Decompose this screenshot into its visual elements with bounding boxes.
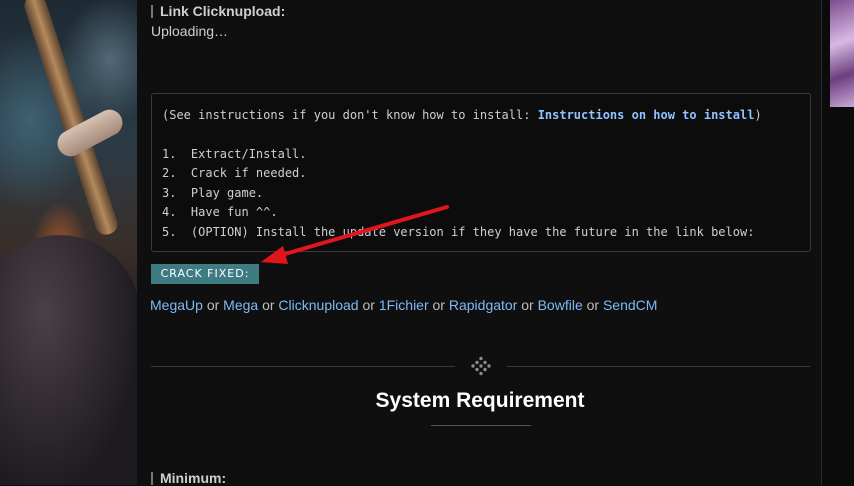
- step-3: 3. Play game.: [162, 186, 264, 200]
- system-requirement-title: System Requirement: [375, 389, 585, 412]
- title-underline: [431, 425, 531, 426]
- link-bowfile[interactable]: Bowfile: [538, 297, 583, 313]
- step-5: 5. (OPTION) Install the update version i…: [162, 225, 755, 239]
- link-clicknupload[interactable]: Clicknupload: [278, 297, 358, 313]
- link-rapidgator[interactable]: Rapidgator: [449, 297, 518, 313]
- divider-right: [507, 366, 810, 367]
- artwork-wolf: [0, 235, 137, 485]
- separator: or: [586, 297, 600, 313]
- upload-status: Uploading…: [151, 23, 229, 39]
- divider-left: [151, 366, 455, 367]
- minimum-heading: Minimum:: [151, 470, 226, 486]
- link-sendcm[interactable]: SendCM: [603, 297, 657, 313]
- instructions-suffix: ): [754, 108, 762, 122]
- game-artwork: [0, 0, 137, 485]
- link-heading: Link Clicknupload:: [151, 3, 285, 19]
- crack-download-links: MegaUp or Mega or Clicknupload or 1Fichi…: [150, 297, 657, 313]
- sidebar-divider: [821, 0, 822, 485]
- separator: or: [362, 297, 375, 313]
- separator: or: [521, 297, 534, 313]
- step-1: 1. Extract/Install.: [162, 147, 307, 161]
- diamond-dots-icon: [471, 356, 491, 376]
- link-megaup[interactable]: MegaUp: [150, 297, 203, 313]
- instructions-prefix: (See instructions if you don't know how …: [162, 108, 538, 122]
- step-4: 4. Have fun ^^.: [162, 205, 278, 219]
- link-1fichier[interactable]: 1Fichier: [379, 297, 429, 313]
- crack-fixed-badge: CRACK FIXED:: [151, 264, 259, 284]
- separator: or: [262, 297, 275, 313]
- separator: or: [206, 297, 220, 313]
- separator: or: [432, 297, 445, 313]
- link-mega[interactable]: Mega: [223, 297, 258, 313]
- instructions-intro: (See instructions if you don't know how …: [162, 108, 762, 122]
- instructions-link[interactable]: Instructions on how to install: [538, 108, 755, 122]
- step-2: 2. Crack if needed.: [162, 166, 307, 180]
- sidebar-thumbnail[interactable]: [830, 0, 854, 107]
- instructions-box: (See instructions if you don't know how …: [151, 93, 811, 252]
